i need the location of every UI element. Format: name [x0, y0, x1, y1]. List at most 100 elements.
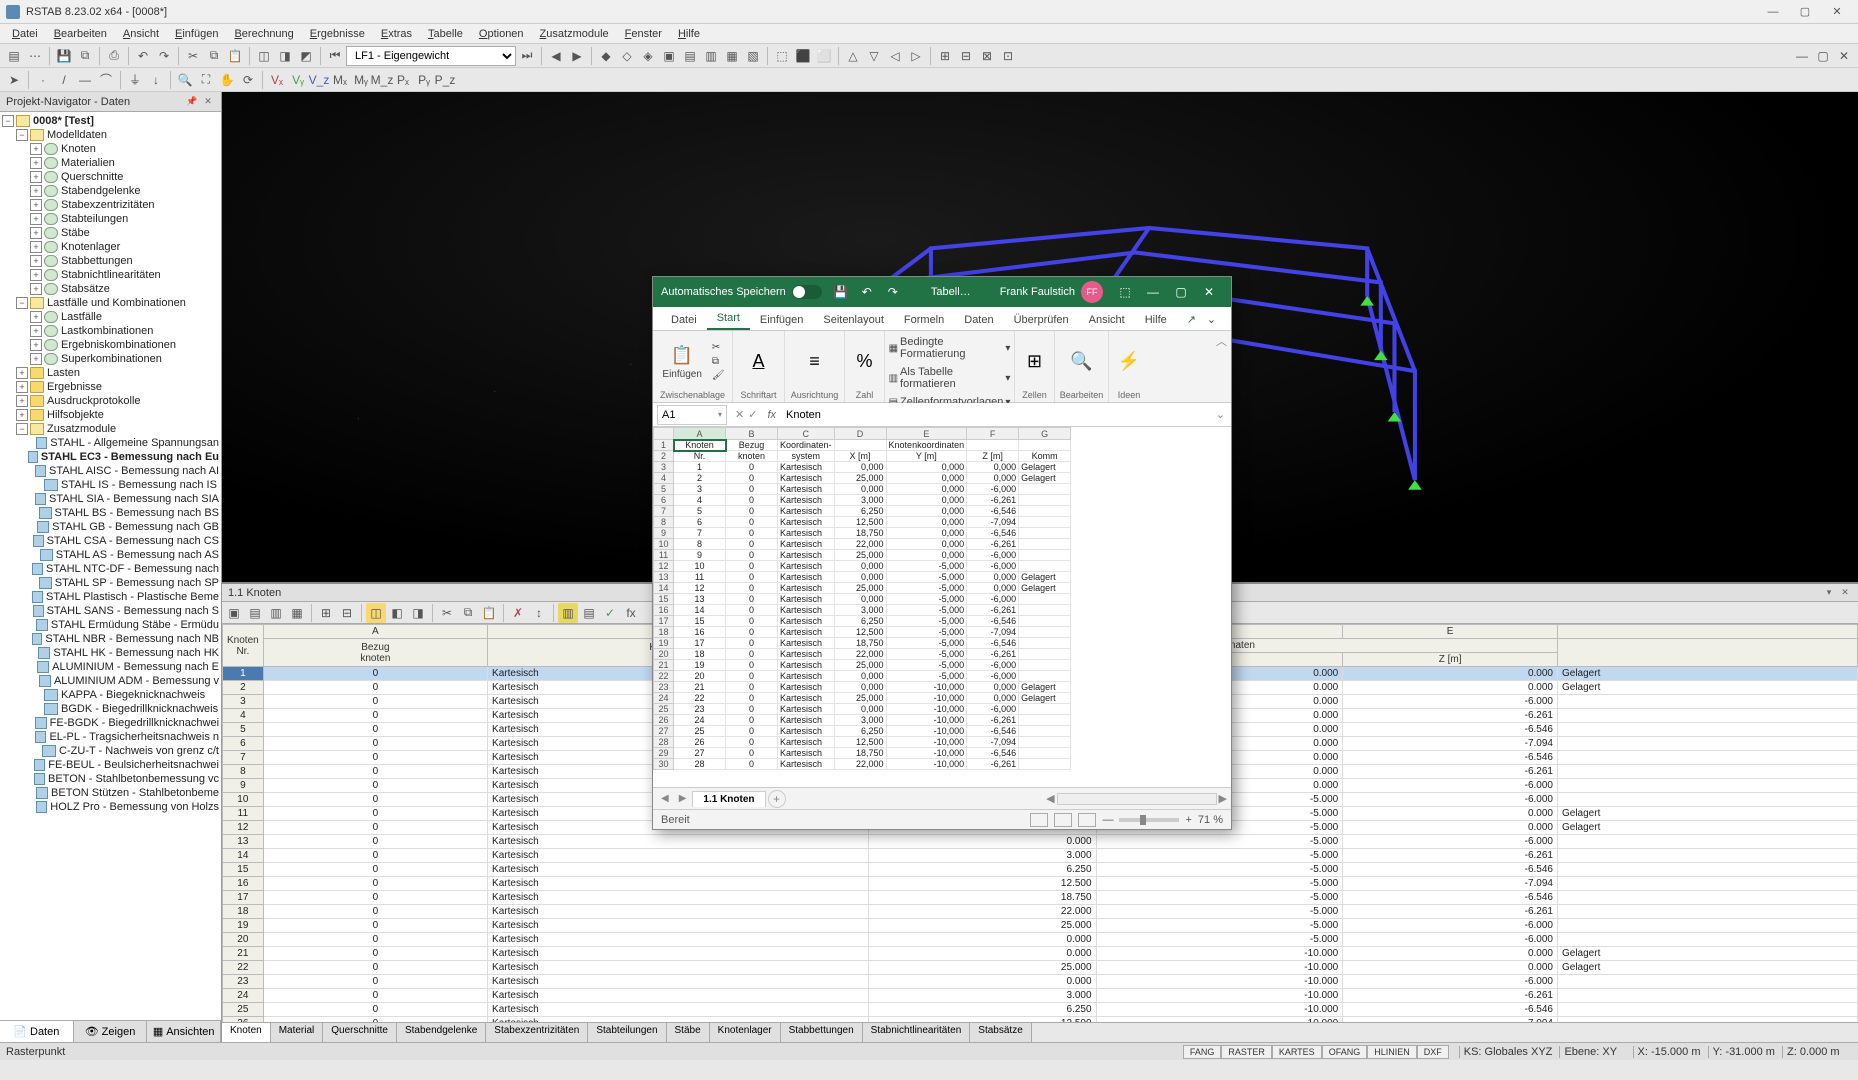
close-panel-icon[interactable]: ✕ [201, 95, 215, 109]
zoom-in-icon[interactable]: 🔍 [175, 70, 195, 90]
sheet-nav-prev-icon[interactable]: ◀ [657, 793, 673, 804]
paste-button[interactable]: 📋 [225, 46, 245, 66]
tt-btn[interactable]: ◧ [387, 603, 407, 623]
tree-beton-stahlbetonbemessung-vc[interactable]: BETON - Stahlbetonbemessung vc [2, 772, 219, 786]
tree-bgdk-biegedrillknicknachweis[interactable]: BGDK - Biegedrillknicknachweis [2, 702, 219, 716]
tt-btn[interactable]: ⊞ [316, 603, 336, 623]
sheet-tab[interactable]: 1.1 Knoten [692, 791, 765, 807]
tree-stabnichtlinearit-ten[interactable]: +Stabnichtlinearitäten [2, 268, 219, 282]
excel-rtab-seitenlayout[interactable]: Seitenlayout [813, 310, 894, 330]
excel-rtab-start[interactable]: Start [707, 308, 750, 330]
tree-el-pl-tragsicherheitsnachweis-[interactable]: EL-PL - Tragsicherheitsnachweis n [2, 730, 219, 744]
save-button[interactable]: 💾 [54, 46, 74, 66]
tree-stahl-bs-bemessung-nach-bs[interactable]: STAHL BS - Bemessung nach BS [2, 506, 219, 520]
tree-aluminium-bemessung-nach-e[interactable]: ALUMINIUM - Bemessung nach E [2, 660, 219, 674]
excel-ideas-button[interactable]: ⚡ [1113, 348, 1145, 376]
excel-condformat-button[interactable]: ▦ Bedingte Formatierung ▾ [887, 335, 1013, 361]
menu-tabelle[interactable]: Tabelle [420, 26, 471, 42]
status-toggle-raster[interactable]: RASTER [1221, 1045, 1272, 1059]
copy-button[interactable]: ⧉ [204, 46, 224, 66]
tool-icon[interactable]: ▦ [722, 46, 742, 66]
tree-stahl-gb-bemessung-nach-gb[interactable]: STAHL GB - Bemessung nach GB [2, 520, 219, 534]
tree-stahl-erm-dung-st-be-erm-du[interactable]: STAHL Ermüdung Stäbe - Ermüdu [2, 618, 219, 632]
table-row[interactable]: 140Kartesisch3.000-5.000-6.261 [223, 849, 1858, 863]
menu-fenster[interactable]: Fenster [617, 26, 670, 42]
support-icon[interactable]: ⏚ [125, 70, 145, 90]
tool-icon[interactable]: ◇ [617, 46, 637, 66]
table-row[interactable]: 170Kartesisch18.750-5.000-6.546 [223, 891, 1858, 905]
tree-stahl-hk-bemessung-nach-hk[interactable]: STAHL HK - Bemessung nach HK [2, 646, 219, 660]
excel-row[interactable]: 310Kartesisch0,0000,0000,000Gelagert [654, 462, 1071, 473]
arc-icon[interactable]: ⌒ [96, 70, 116, 90]
undo-button[interactable]: ↶ [133, 46, 153, 66]
status-toggle-dxf[interactable]: DXF [1417, 1045, 1449, 1059]
tt-btn[interactable]: ◫ [366, 603, 386, 623]
child-minimize-button[interactable]: — [1792, 46, 1812, 66]
excel-row[interactable]: 29270Kartesisch18,750-10,000-6,546 [654, 748, 1071, 759]
excel-row[interactable]: 28260Kartesisch12,500-10,000-7,094 [654, 737, 1071, 748]
view3-button[interactable]: ◩ [296, 46, 316, 66]
prev-button[interactable]: ◀ [546, 46, 566, 66]
user-avatar[interactable]: FF [1081, 281, 1103, 303]
tt-btn[interactable]: ✗ [508, 603, 528, 623]
tree-stahl-csa-bemessung-nach-cs[interactable]: STAHL CSA - Bemessung nach CS [2, 534, 219, 548]
tree-stabexzentrizit-ten[interactable]: +Stabexzentrizitäten [2, 198, 219, 212]
tree-beton-st-tzen-stahlbetonbeme[interactable]: BETON Stützen - Stahlbetonbeme [2, 786, 219, 800]
menu-extras[interactable]: Extras [373, 26, 420, 42]
menu-einfügen[interactable]: Einfügen [167, 26, 226, 42]
point-icon[interactable]: · [33, 70, 53, 90]
excel-copy-icon[interactable]: ⧉ [710, 355, 727, 368]
line-icon[interactable]: / [54, 70, 74, 90]
maximize-button[interactable]: ▢ [1790, 2, 1820, 22]
tree-lasten[interactable]: +Lasten [2, 366, 219, 380]
tool-icon[interactable]: ⬚ [772, 46, 792, 66]
excel-cut-icon[interactable]: ✂ [710, 341, 727, 354]
excel-row[interactable]: 16140Kartesisch3,000-5,000-6,261 [654, 605, 1071, 616]
excel-autosave[interactable]: Automatisches Speichern [661, 285, 822, 299]
tt-btn[interactable]: ▤ [245, 603, 265, 623]
tool-icon[interactable]: ⊞ [935, 46, 955, 66]
tree-stabteilungen[interactable]: +Stabteilungen [2, 212, 219, 226]
tool-icon[interactable]: ⬜ [814, 46, 834, 66]
axis-icon[interactable]: Pᵧ [414, 70, 434, 90]
excel-view-page-icon[interactable] [1054, 813, 1072, 827]
excel-view-normal-icon[interactable] [1030, 813, 1048, 827]
rotate-icon[interactable]: ⟳ [238, 70, 258, 90]
tree-stabs-tze[interactable]: +Stabsätze [2, 282, 219, 296]
excel-titlebar[interactable]: Automatisches Speichern 💾 ↶ ↷ Tabell… Fr… [653, 277, 1231, 307]
table-row[interactable]: 210Kartesisch0.000-10.0000.000Gelagert [223, 947, 1858, 961]
view-z-icon[interactable]: V_z [309, 70, 329, 90]
excel-row[interactable]: 18160Kartesisch12,500-5,000-7,094 [654, 627, 1071, 638]
tt-btn[interactable]: ▤ [579, 603, 599, 623]
excel-rtab-einfügen[interactable]: Einfügen [750, 310, 813, 330]
excel-row[interactable]: 1190Kartesisch25,0000,000-6,000 [654, 550, 1071, 561]
excel-row[interactable]: 24220Kartesisch25,000-10,0000,000Gelager… [654, 693, 1071, 704]
table-tab-querschnitte[interactable]: Querschnitte [323, 1023, 397, 1042]
table-tab-stäbe[interactable]: Stäbe [667, 1023, 710, 1042]
child-close-button[interactable]: ✕ [1834, 46, 1854, 66]
sheet-scrollbar[interactable] [1057, 793, 1217, 805]
tab-zeigen[interactable]: 👁Zeigen [74, 1021, 148, 1042]
tree-stahl-as-bemessung-nach-as[interactable]: STAHL AS - Bemessung nach AS [2, 548, 219, 562]
excel-namebox[interactable]: A1 [657, 405, 727, 425]
table-tab-stabexzentrizitäten[interactable]: Stabexzentrizitäten [486, 1023, 588, 1042]
zoom-fit-icon[interactable]: ⛶ [196, 70, 216, 90]
excel-rtab-ansicht[interactable]: Ansicht [1079, 310, 1135, 330]
table-close-icon[interactable]: ✕ [1838, 586, 1852, 600]
excel-close-button[interactable]: ✕ [1195, 280, 1223, 304]
excel-row[interactable]: 25230Kartesisch0,000-10,000-6,000 [654, 704, 1071, 715]
status-toggle-hlinien[interactable]: HLINIEN [1367, 1045, 1417, 1059]
tree-kappa-biegeknicknachweis[interactable]: KAPPA - Biegeknicknachweis [2, 688, 219, 702]
menu-bearbeiten[interactable]: Bearbeiten [46, 26, 115, 42]
table-row[interactable]: 240Kartesisch3.000-10.000-6.261 [223, 989, 1858, 1003]
excel-share-icon[interactable]: ↗ [1177, 309, 1197, 330]
excel-row[interactable]: 970Kartesisch18,7500,000-6,546 [654, 528, 1071, 539]
axis-icon[interactable]: P_z [435, 70, 455, 90]
excel-row[interactable]: 2Nr.knotensystemX [m]Y [m]Z [m]Komm [654, 451, 1071, 462]
excel-rtab-daten[interactable]: Daten [954, 310, 1003, 330]
tt-btn[interactable]: ⧉ [458, 603, 478, 623]
excel-row[interactable]: 15130Kartesisch0,000-5,000-6,000 [654, 594, 1071, 605]
tree-stabendgelenke[interactable]: +Stabendgelenke [2, 184, 219, 198]
tool-icon[interactable]: ▧ [743, 46, 763, 66]
tree-materialien[interactable]: +Materialien [2, 156, 219, 170]
